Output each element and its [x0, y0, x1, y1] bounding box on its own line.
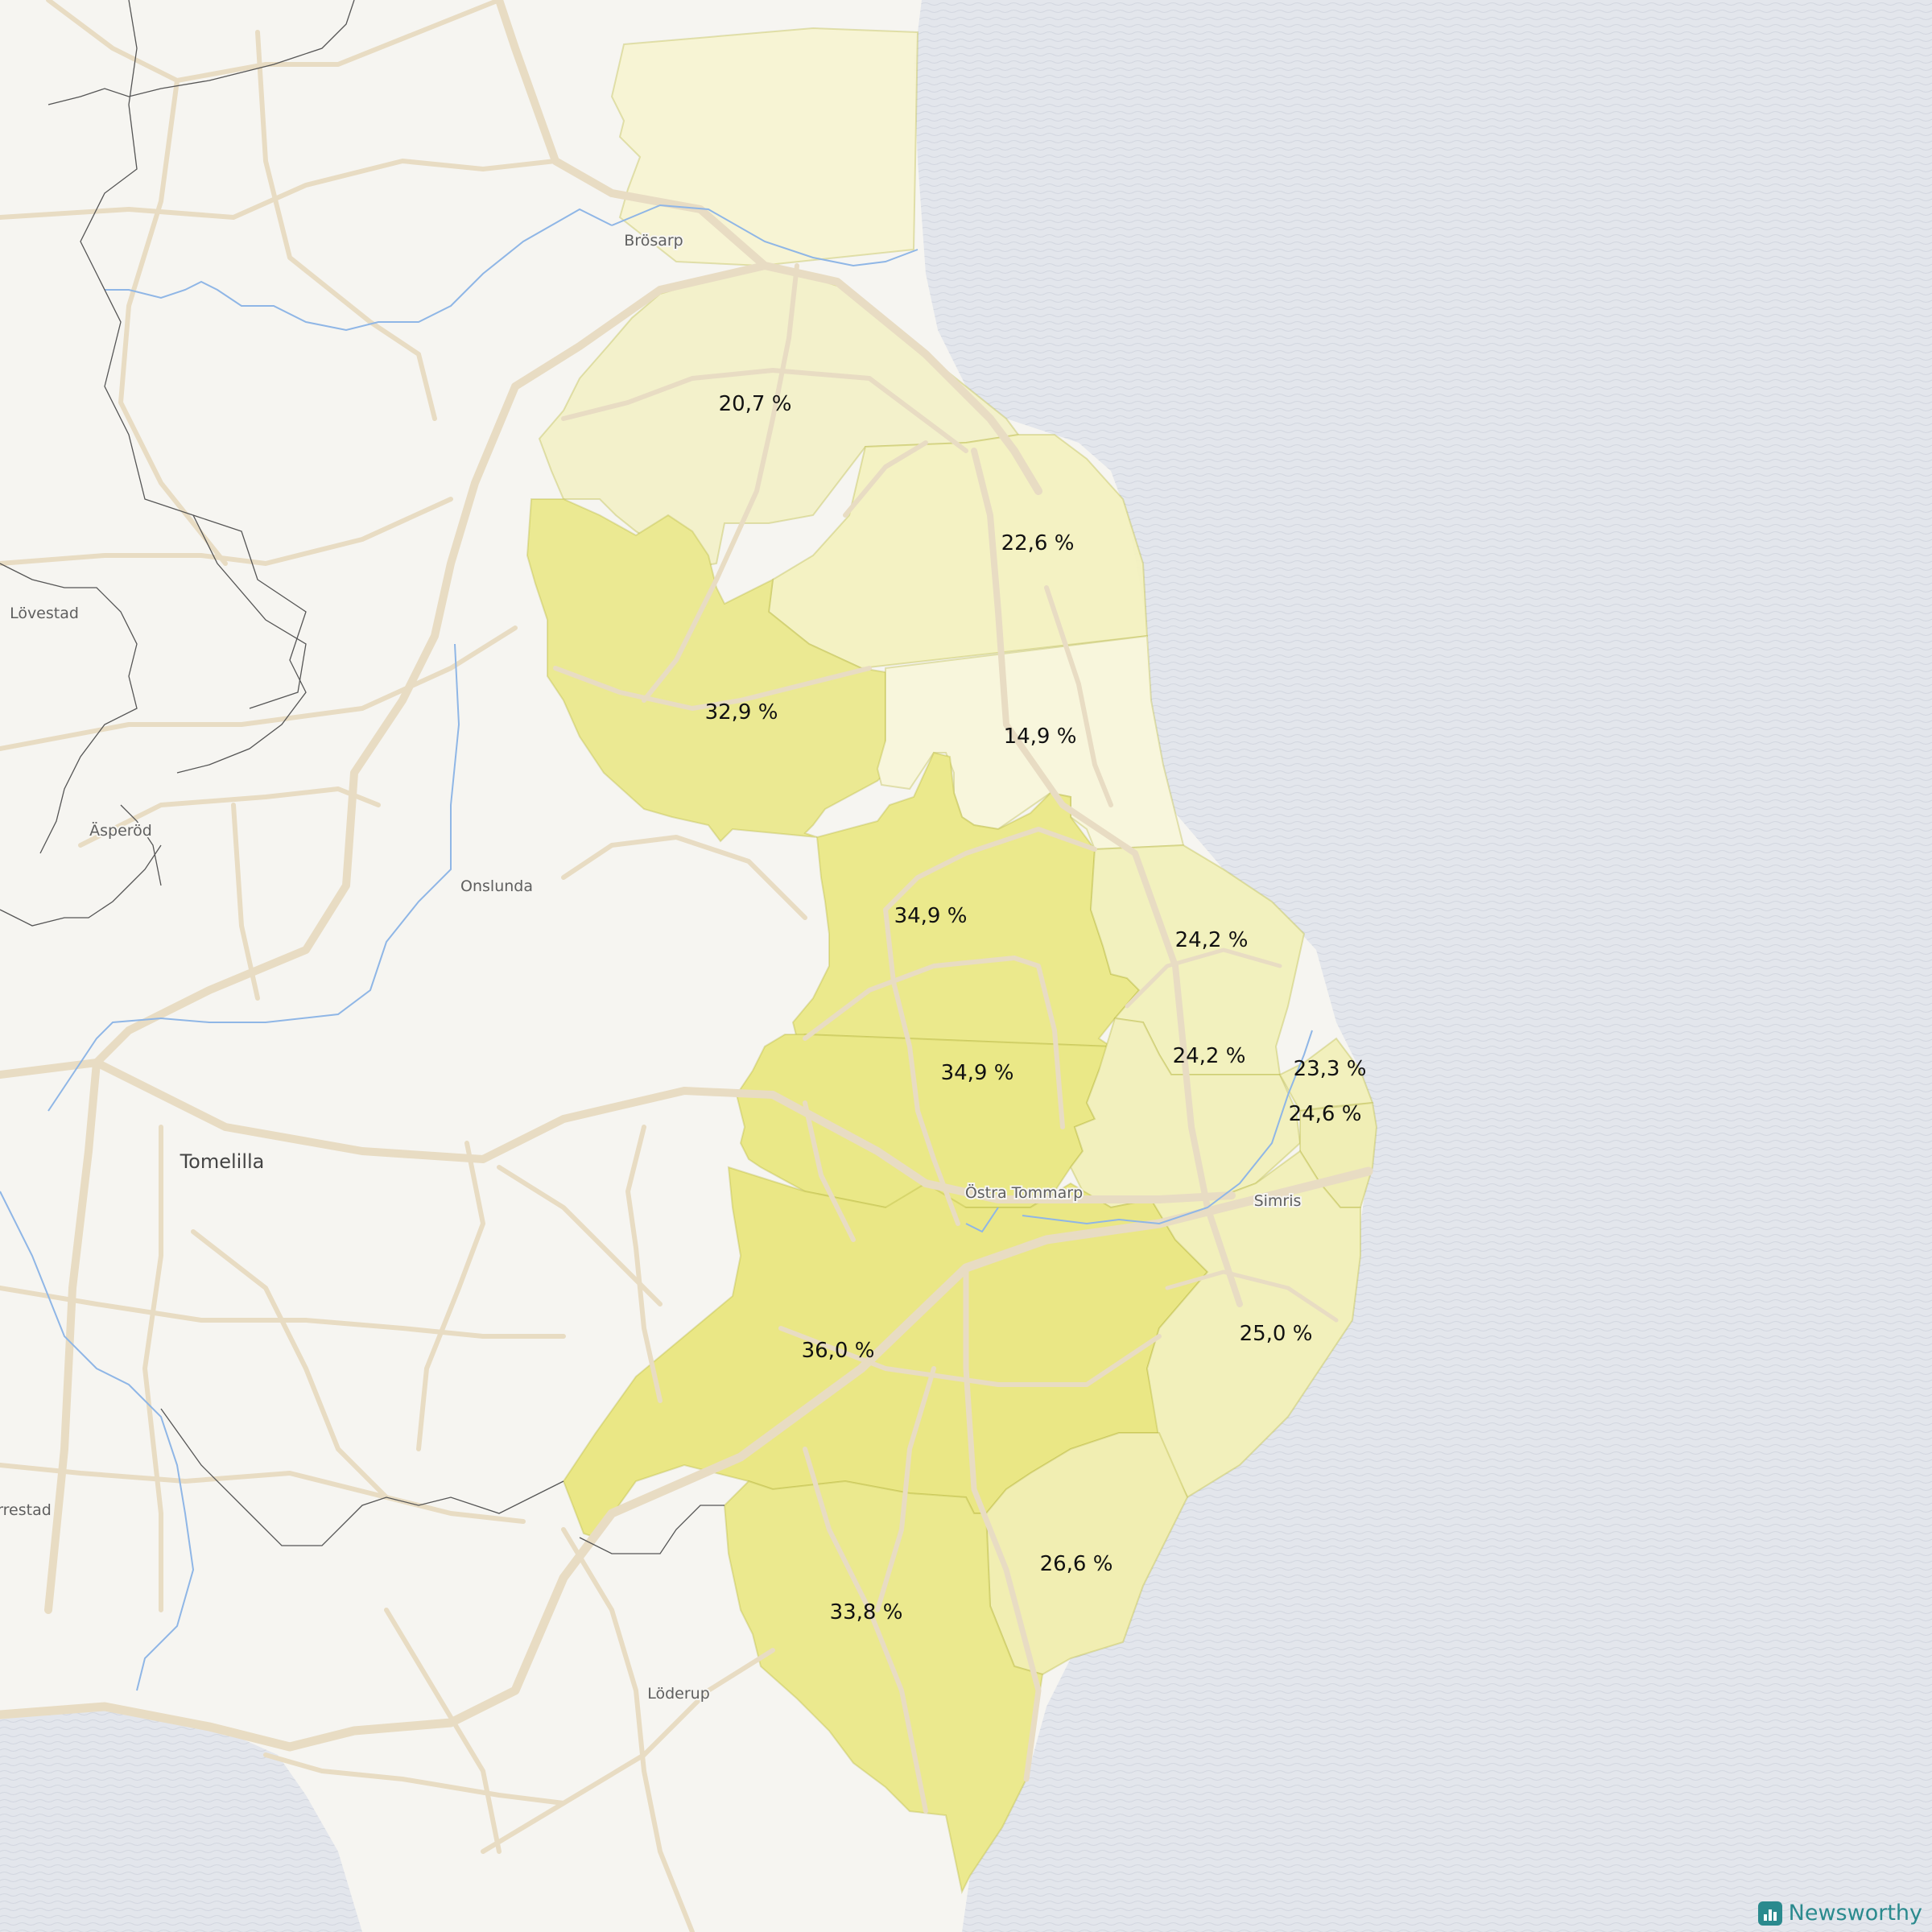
- region-label-r6: 24,2 %: [1175, 928, 1249, 952]
- place-label-onslunda: Onslunda: [460, 877, 533, 895]
- place-label-simris: Simris: [1254, 1192, 1302, 1210]
- region-r1-area[interactable]: [610, 27, 919, 267]
- place-label-brosarp: Brösarp: [624, 232, 683, 250]
- place-label-tomelilla: Tomelilla: [180, 1150, 265, 1173]
- brand-logo[interactable]: Newsworthy: [1757, 1901, 1922, 1926]
- region-label-r11: 36,0 %: [802, 1339, 875, 1363]
- place-label-asperod: Äsperöd: [89, 821, 152, 840]
- region-label-r4: 14,9 %: [1004, 724, 1077, 749]
- region-label-r10: 24,6 %: [1289, 1102, 1362, 1126]
- region-label-r2: 22,6 %: [1001, 531, 1075, 555]
- place-label-rrestad: rrestad: [0, 1501, 52, 1519]
- region-label-r1: 20,7 %: [719, 392, 792, 416]
- region-label-r5: 34,9 %: [894, 904, 968, 928]
- place-label-loderup: Löderup: [647, 1685, 710, 1703]
- choropleth-map[interactable]: Brösarp Lövestad Äsperöd Onslunda Tomeli…: [0, 0, 1932, 1932]
- brand-name: Newsworthy: [1788, 1901, 1922, 1926]
- bar-chart-icon: [1757, 1901, 1782, 1926]
- map-canvas: Brösarp Lövestad Äsperöd Onslunda Tomeli…: [0, 0, 1932, 1932]
- place-label-ostra-tommarp: Östra Tommarp: [965, 1183, 1083, 1202]
- region-label-r14: 33,8 %: [830, 1600, 903, 1624]
- place-label-lovestad: Lövestad: [10, 605, 79, 622]
- region-label-r8: 24,2 %: [1173, 1044, 1246, 1068]
- region-label-r13: 26,6 %: [1040, 1552, 1113, 1576]
- region-label-r12: 25,0 %: [1240, 1322, 1313, 1346]
- region-label-r7: 34,9 %: [941, 1061, 1014, 1085]
- region-label-r9: 23,3 %: [1294, 1057, 1367, 1081]
- region-label-r3: 32,9 %: [705, 700, 778, 724]
